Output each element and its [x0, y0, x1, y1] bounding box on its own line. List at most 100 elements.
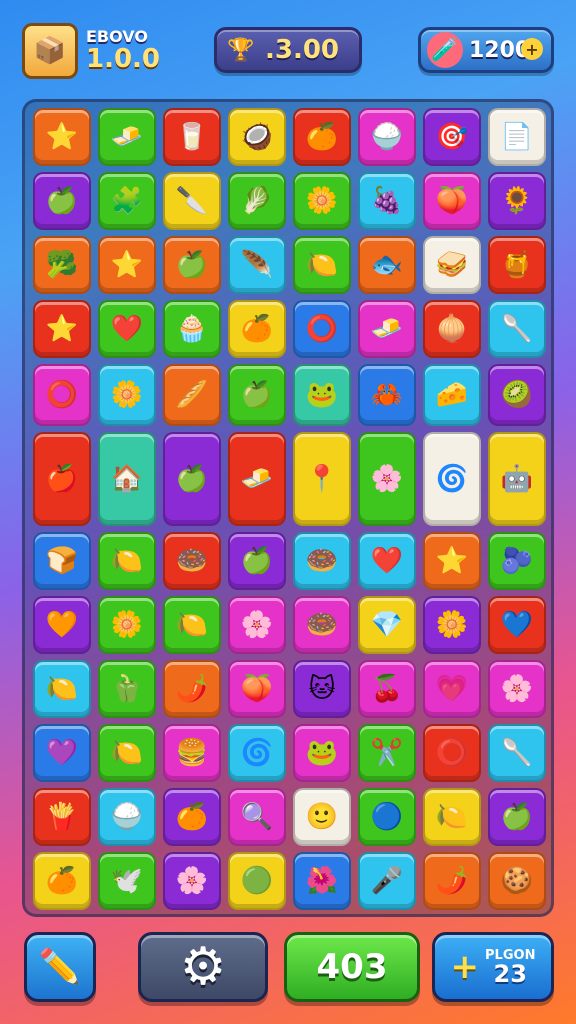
tile-r6-c8[interactable]: 🤖 [488, 432, 546, 526]
tile-r5-c3[interactable]: 🥖 [163, 364, 221, 426]
tile-r3-c4[interactable]: 🪶 [228, 236, 286, 294]
tile-r10-c2[interactable]: 🍋 [98, 724, 156, 782]
tile-r7-c8[interactable]: 🫐 [488, 532, 546, 590]
tile-r10-c1[interactable]: 💜 [33, 724, 91, 782]
tile-r11-c8[interactable]: 🍏 [488, 788, 546, 846]
tile-r2-c7[interactable]: 🍑 [423, 172, 481, 230]
tile-r12-c4[interactable]: 🟢 [228, 852, 286, 910]
tile-r9-c4[interactable]: 🍑 [228, 660, 286, 718]
tile-r8-c6[interactable]: 💎 [358, 596, 416, 654]
tile-r9-c7[interactable]: 💗 [423, 660, 481, 718]
tile-r4-c1[interactable]: ⭐ [33, 300, 91, 358]
add-coins-button[interactable]: + [521, 38, 543, 60]
tile-r5-c4[interactable]: 🍏 [228, 364, 286, 426]
tile-r6-c4[interactable]: 🧈 [228, 432, 286, 526]
tile-r12-c8[interactable]: 🍪 [488, 852, 546, 910]
tile-r12-c5[interactable]: 🌺 [293, 852, 351, 910]
tile-r2-c2[interactable]: 🧩 [98, 172, 156, 230]
tile-r8-c2[interactable]: 🌼 [98, 596, 156, 654]
tile-r2-c4[interactable]: 🥬 [228, 172, 286, 230]
tile-r8-c1[interactable]: 🧡 [33, 596, 91, 654]
tile-r2-c8[interactable]: 🌻 [488, 172, 546, 230]
tile-r10-c3[interactable]: 🍔 [163, 724, 221, 782]
tile-r7-c1[interactable]: 🍞 [33, 532, 91, 590]
tile-r7-c2[interactable]: 🍋 [98, 532, 156, 590]
tile-r11-c2[interactable]: 🍚 [98, 788, 156, 846]
tile-r8-c3[interactable]: 🍋 [163, 596, 221, 654]
tile-r8-c5[interactable]: 🍩 [293, 596, 351, 654]
tile-r1-c2[interactable]: 🧈 [98, 108, 156, 166]
tile-r10-c6[interactable]: ✂️ [358, 724, 416, 782]
tile-r11-c3[interactable]: 🍊 [163, 788, 221, 846]
tile-r11-c6[interactable]: 🔵 [358, 788, 416, 846]
tile-r5-c1[interactable]: ⭕ [33, 364, 91, 426]
tile-r1-c8[interactable]: 📄 [488, 108, 546, 166]
tile-r2-c6[interactable]: 🍇 [358, 172, 416, 230]
tile-r10-c8[interactable]: 🥄 [488, 724, 546, 782]
tile-r8-c8[interactable]: 💙 [488, 596, 546, 654]
tile-r3-c2[interactable]: ⭐ [98, 236, 156, 294]
tile-r6-c1[interactable]: 🍎 [33, 432, 91, 526]
tile-r7-c7[interactable]: ⭐ [423, 532, 481, 590]
settings-button[interactable]: ⚙ [138, 932, 268, 1002]
tile-r12-c6[interactable]: 🎤 [358, 852, 416, 910]
tile-r10-c7[interactable]: ⭕ [423, 724, 481, 782]
tile-r9-c6[interactable]: 🍒 [358, 660, 416, 718]
tile-r2-c3[interactable]: 🔪 [163, 172, 221, 230]
tile-r7-c6[interactable]: ❤️ [358, 532, 416, 590]
tile-r8-c4[interactable]: 🌸 [228, 596, 286, 654]
tile-r1-c1[interactable]: ⭐ [33, 108, 91, 166]
tile-r11-c1[interactable]: 🍟 [33, 788, 91, 846]
tile-r6-c6[interactable]: 🌸 [358, 432, 416, 526]
tile-r4-c6[interactable]: 🧈 [358, 300, 416, 358]
tile-r1-c6[interactable]: 🍚 [358, 108, 416, 166]
tile-r10-c5[interactable]: 🐸 [293, 724, 351, 782]
tile-r9-c5[interactable]: 🐱 [293, 660, 351, 718]
tile-r3-c8[interactable]: 🍯 [488, 236, 546, 294]
tile-r3-c6[interactable]: 🐟 [358, 236, 416, 294]
tile-r7-c4[interactable]: 🍏 [228, 532, 286, 590]
tile-r3-c3[interactable]: 🍏 [163, 236, 221, 294]
tile-r3-c7[interactable]: 🥪 [423, 236, 481, 294]
tile-r9-c1[interactable]: 🍋 [33, 660, 91, 718]
tile-r6-c2[interactable]: 🏠 [98, 432, 156, 526]
tile-r4-c4[interactable]: 🍊 [228, 300, 286, 358]
tile-r5-c7[interactable]: 🧀 [423, 364, 481, 426]
tile-r12-c1[interactable]: 🍊 [33, 852, 91, 910]
tile-r5-c8[interactable]: 🥝 [488, 364, 546, 426]
tile-r9-c8[interactable]: 🌸 [488, 660, 546, 718]
bonus-button[interactable]: + PLGON 23 [432, 932, 554, 1002]
tile-r1-c4[interactable]: 🥥 [228, 108, 286, 166]
tile-r2-c1[interactable]: 🍏 [33, 172, 91, 230]
tile-r10-c4[interactable]: 🌀 [228, 724, 286, 782]
tile-r9-c3[interactable]: 🌶️ [163, 660, 221, 718]
tile-r1-c5[interactable]: 🍊 [293, 108, 351, 166]
tile-r4-c5[interactable]: ⭕ [293, 300, 351, 358]
tile-r12-c7[interactable]: 🌶️ [423, 852, 481, 910]
tile-r4-c8[interactable]: 🥄 [488, 300, 546, 358]
tile-r11-c4[interactable]: 🔍 [228, 788, 286, 846]
tile-r1-c7[interactable]: 🎯 [423, 108, 481, 166]
tile-r4-c7[interactable]: 🧅 [423, 300, 481, 358]
tile-r1-c3[interactable]: 🥛 [163, 108, 221, 166]
tile-r12-c3[interactable]: 🌸 [163, 852, 221, 910]
tile-r6-c5[interactable]: 📍 [293, 432, 351, 526]
tile-r6-c3[interactable]: 🍏 [163, 432, 221, 526]
tile-r9-c2[interactable]: 🫑 [98, 660, 156, 718]
tile-r4-c2[interactable]: ❤️ [98, 300, 156, 358]
tile-r5-c5[interactable]: 🐸 [293, 364, 351, 426]
coin-display[interactable]: 🧪 1200 + [418, 27, 554, 73]
tile-r3-c1[interactable]: 🥦 [33, 236, 91, 294]
tile-r3-c5[interactable]: 🍋 [293, 236, 351, 294]
tile-r7-c5[interactable]: 🍩 [293, 532, 351, 590]
tile-r2-c5[interactable]: 🌼 [293, 172, 351, 230]
tile-r5-c2[interactable]: 🌼 [98, 364, 156, 426]
tile-r6-c7[interactable]: 🌀 [423, 432, 481, 526]
tile-r4-c3[interactable]: 🧁 [163, 300, 221, 358]
tile-r11-c5[interactable]: 🙂 [293, 788, 351, 846]
tile-r7-c3[interactable]: 🍩 [163, 532, 221, 590]
tile-r5-c6[interactable]: 🦀 [358, 364, 416, 426]
tile-r8-c7[interactable]: 🌼 [423, 596, 481, 654]
pencil-button[interactable]: ✏️ [24, 932, 96, 1002]
tile-r12-c2[interactable]: 🕊️ [98, 852, 156, 910]
